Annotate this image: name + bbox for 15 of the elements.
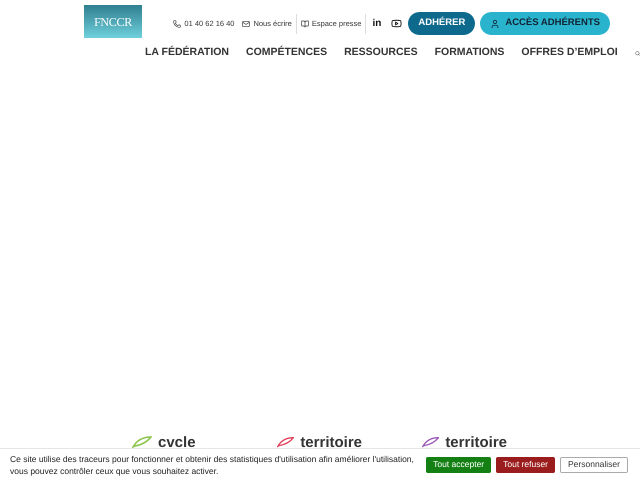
custom-button[interactable]: Personnaliser (560, 456, 628, 472)
partner-name: territoire (445, 434, 507, 450)
nav-link[interactable]: FORMATIONS (434, 45, 504, 61)
accept-button[interactable]: Tout accepter (426, 456, 492, 472)
join-button[interactable]: ADHÉRER (408, 12, 476, 35)
members-button[interactable]: ACCÈS ADHÉRENTS (480, 12, 610, 35)
nav-link[interactable]: OFFRES D’EMPLOI (521, 45, 618, 61)
cookie-text: Ce site utilise des traceurs pour fonctionner et obtenir des statistiques d'utilisation afin améliorer l'utilisation, vous pouvez contrôler ceux que vous souhaitez activer. (10, 452, 415, 476)
nav-link[interactable]: COMPÉTENCES (246, 45, 328, 61)
refuse-button[interactable]: Tout refuser (496, 456, 556, 472)
nav-link[interactable]: LA FÉDÉRATION (145, 45, 229, 61)
linkedin-link[interactable]: in (372, 16, 382, 31)
partner-name: territoire (300, 434, 362, 450)
nav-link[interactable]: RESSOURCES (344, 45, 418, 61)
partner-name: cvcle (158, 434, 196, 450)
